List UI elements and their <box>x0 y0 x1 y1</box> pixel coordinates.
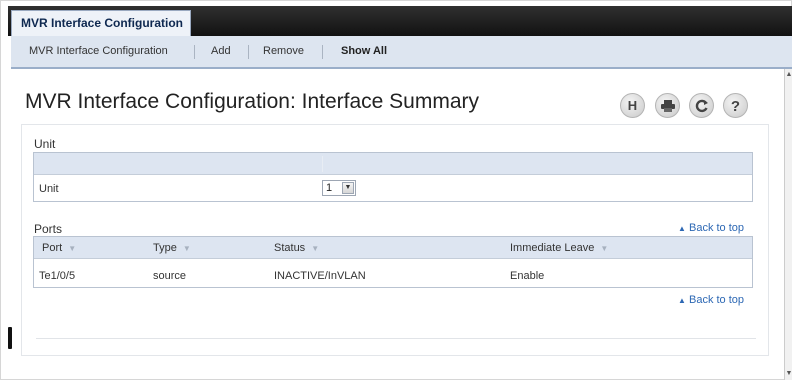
up-triangle-icon: ▲ <box>678 224 686 233</box>
ports-table: Port ▼ Type ▼ Status ▼ Immediate Leave ▼ Te1… <box>33 236 753 288</box>
svg-text:?: ? <box>731 98 740 113</box>
cell-status: INACTIVE/InVLAN <box>274 270 366 282</box>
tab-mvr-interface-configuration[interactable]: MVR Interface Configuration <box>11 10 191 36</box>
vertical-scrollbar[interactable]: ▲ ▼ <box>784 69 792 380</box>
subnav-divider <box>322 45 323 59</box>
ports-section-label: Ports <box>34 222 63 236</box>
sub-navigation-bar: MVR Interface Configuration Add Remove S… <box>11 36 792 69</box>
column-header-type[interactable]: Type ▼ <box>153 242 191 254</box>
refresh-icon <box>695 99 708 112</box>
page-title: MVR Interface Configuration: Interface S… <box>25 90 480 113</box>
sort-icon[interactable]: ▼ <box>600 244 608 253</box>
unit-table: Unit 1 ▼ <box>33 152 753 202</box>
chevron-down-icon[interactable]: ▼ <box>342 182 354 194</box>
ports-table-header: Port ▼ Type ▼ Status ▼ Immediate Leave ▼ <box>34 237 752 259</box>
sort-icon[interactable]: ▼ <box>183 244 191 253</box>
print-icon <box>660 99 675 112</box>
column-header-status[interactable]: Status ▼ <box>274 242 319 254</box>
unit-select-value: 1 <box>326 182 333 194</box>
column-header-immediate-leave[interactable]: Immediate Leave ▼ <box>510 242 608 254</box>
unit-row-label: Unit <box>39 183 59 195</box>
help-button[interactable]: ? <box>723 93 748 118</box>
up-triangle-icon: ▲ <box>678 296 686 305</box>
help-icon: ? <box>731 98 740 113</box>
cell-type: source <box>153 270 187 282</box>
sort-icon[interactable]: ▼ <box>311 244 319 253</box>
back-to-top-link-bottom[interactable]: ▲ Back to top <box>678 294 744 306</box>
print-button[interactable] <box>655 93 680 118</box>
divider <box>36 338 756 339</box>
save-icon: H <box>628 99 637 112</box>
column-divider <box>322 156 323 172</box>
unit-table-header <box>34 153 752 175</box>
cell-port: Te1/0/5 <box>39 270 76 282</box>
unit-section-label: Unit <box>34 137 56 151</box>
subnav-item-show-all[interactable]: Show All <box>341 45 387 57</box>
svg-text:H: H <box>628 99 637 112</box>
side-panel-handle[interactable] <box>8 327 12 349</box>
cell-immediate-leave: Enable <box>510 270 545 282</box>
subnav-item-remove[interactable]: Remove <box>263 45 304 57</box>
back-to-top-link[interactable]: ▲ Back to top <box>678 222 744 234</box>
subnav-item-add[interactable]: Add <box>211 45 231 57</box>
subnav-divider <box>194 45 195 59</box>
subnav-item-mvr-interface-configuration[interactable]: MVR Interface Configuration <box>29 45 168 57</box>
refresh-button[interactable] <box>689 93 714 118</box>
subnav-divider <box>248 45 249 59</box>
column-header-port[interactable]: Port ▼ <box>42 242 76 254</box>
scroll-down-arrow-icon[interactable]: ▼ <box>785 370 792 378</box>
back-to-top-label: Back to top <box>688 222 745 234</box>
unit-select[interactable]: 1 ▼ <box>322 180 356 196</box>
sort-icon[interactable]: ▼ <box>68 244 76 253</box>
save-button[interactable]: H <box>620 93 645 118</box>
scroll-up-arrow-icon[interactable]: ▲ <box>785 71 792 79</box>
back-to-top-label: Back to top <box>688 294 745 306</box>
